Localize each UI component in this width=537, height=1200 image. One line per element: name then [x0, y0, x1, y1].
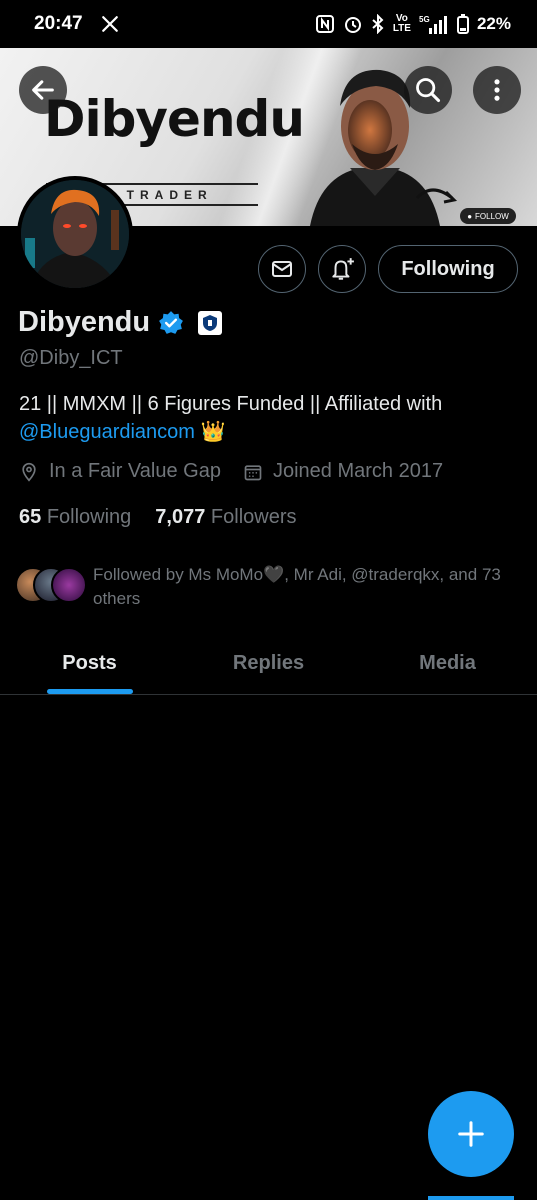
following-stat-link[interactable]: 65 Following — [19, 506, 131, 529]
profile-tabs: Posts Replies Media — [0, 632, 537, 695]
location-text: In a Fair Value Gap — [49, 460, 221, 482]
back-button[interactable] — [19, 66, 67, 114]
profile-stats: 65 Following 7,077 Followers — [19, 506, 321, 529]
followers-count: 7,077 — [155, 506, 206, 528]
followed-by-text: Followed by Ms MoMo🖤, Mr Adi, @traderqkx… — [93, 565, 501, 608]
followed-by-row[interactable]: Followed by Ms MoMo🖤, Mr Adi, @traderqkx… — [15, 563, 523, 611]
active-tab-indicator — [46, 689, 133, 694]
following-label: Following — [46, 506, 132, 528]
notifications-button[interactable] — [318, 245, 366, 293]
more-vertical-icon — [494, 79, 500, 101]
svg-text:5G: 5G — [419, 15, 430, 24]
following-button[interactable]: Following — [378, 245, 518, 293]
bio-mention-link[interactable]: @Blueguardiancom — [19, 421, 195, 443]
battery-icon — [456, 14, 469, 34]
location-item: In a Fair Value Gap — [19, 460, 221, 483]
location-pin-icon — [22, 462, 36, 482]
profile-bio: 21 || MMXM || 6 Figures Funded || Affili… — [19, 390, 519, 446]
affiliate-badge-icon[interactable] — [198, 310, 223, 335]
alarm-icon — [343, 14, 363, 34]
banner-follow-label: FOLLOW — [475, 211, 509, 221]
message-button[interactable] — [258, 245, 306, 293]
status-time: 20:47 — [34, 13, 83, 34]
bluetooth-icon — [371, 14, 385, 34]
joined-item: Joined March 2017 — [243, 460, 443, 483]
tab-replies-label: Replies — [232, 651, 305, 674]
verified-badge-icon — [159, 310, 184, 334]
signal-5g-icon: 5G — [419, 14, 449, 34]
followed-by-avatars — [15, 563, 89, 603]
search-button[interactable] — [404, 66, 452, 114]
tab-replies[interactable]: Replies — [179, 632, 358, 694]
profile-name: Dibyendu — [18, 306, 151, 338]
bio-text: 21 || MMXM || 6 Figures Funded || Affili… — [19, 393, 443, 415]
volte-icon: Vo LTE — [392, 13, 411, 34]
envelope-icon — [272, 261, 292, 277]
tab-media[interactable]: Media — [358, 632, 537, 694]
profile-avatar[interactable] — [17, 176, 133, 292]
banner-arrow-graphic — [415, 188, 458, 204]
follower-avatar — [51, 567, 87, 603]
banner-title: Dibyendu — [44, 90, 305, 148]
profile-handle: @Diby_ICT — [19, 347, 123, 369]
avatar-image — [21, 180, 129, 288]
joined-text: Joined March 2017 — [272, 460, 444, 482]
calendar-icon — [244, 464, 262, 480]
tab-posts[interactable]: Posts — [0, 632, 179, 694]
profile-meta: In a Fair Value Gap Joined March 2017 — [19, 460, 465, 483]
person-icon: ● — [467, 211, 473, 221]
plus-icon — [458, 1121, 484, 1147]
more-options-button[interactable] — [473, 66, 521, 114]
banner-follow-graphic: ● FOLLOW — [460, 208, 516, 224]
arrow-left-icon — [32, 80, 54, 100]
status-bar: 20:47 Vo LTE 5G 22% — [0, 0, 537, 48]
profile-name-row: Dibyendu — [18, 306, 223, 339]
tab-media-label: Media — [419, 651, 476, 674]
search-icon — [416, 78, 441, 103]
nfc-icon — [315, 14, 335, 34]
tab-posts-label: Posts — [62, 651, 117, 674]
followers-stat-link[interactable]: 7,077 Followers — [155, 506, 296, 529]
fab-shadow-edge — [428, 1196, 514, 1200]
following-count: 65 — [19, 506, 42, 528]
compose-post-button[interactable] — [428, 1091, 514, 1177]
crown-emoji: 👑 — [200, 421, 226, 443]
bell-plus-icon — [332, 258, 354, 280]
x-logo-icon — [101, 14, 119, 34]
battery-percent: 22% — [476, 14, 511, 33]
followers-label: Followers — [210, 506, 297, 528]
